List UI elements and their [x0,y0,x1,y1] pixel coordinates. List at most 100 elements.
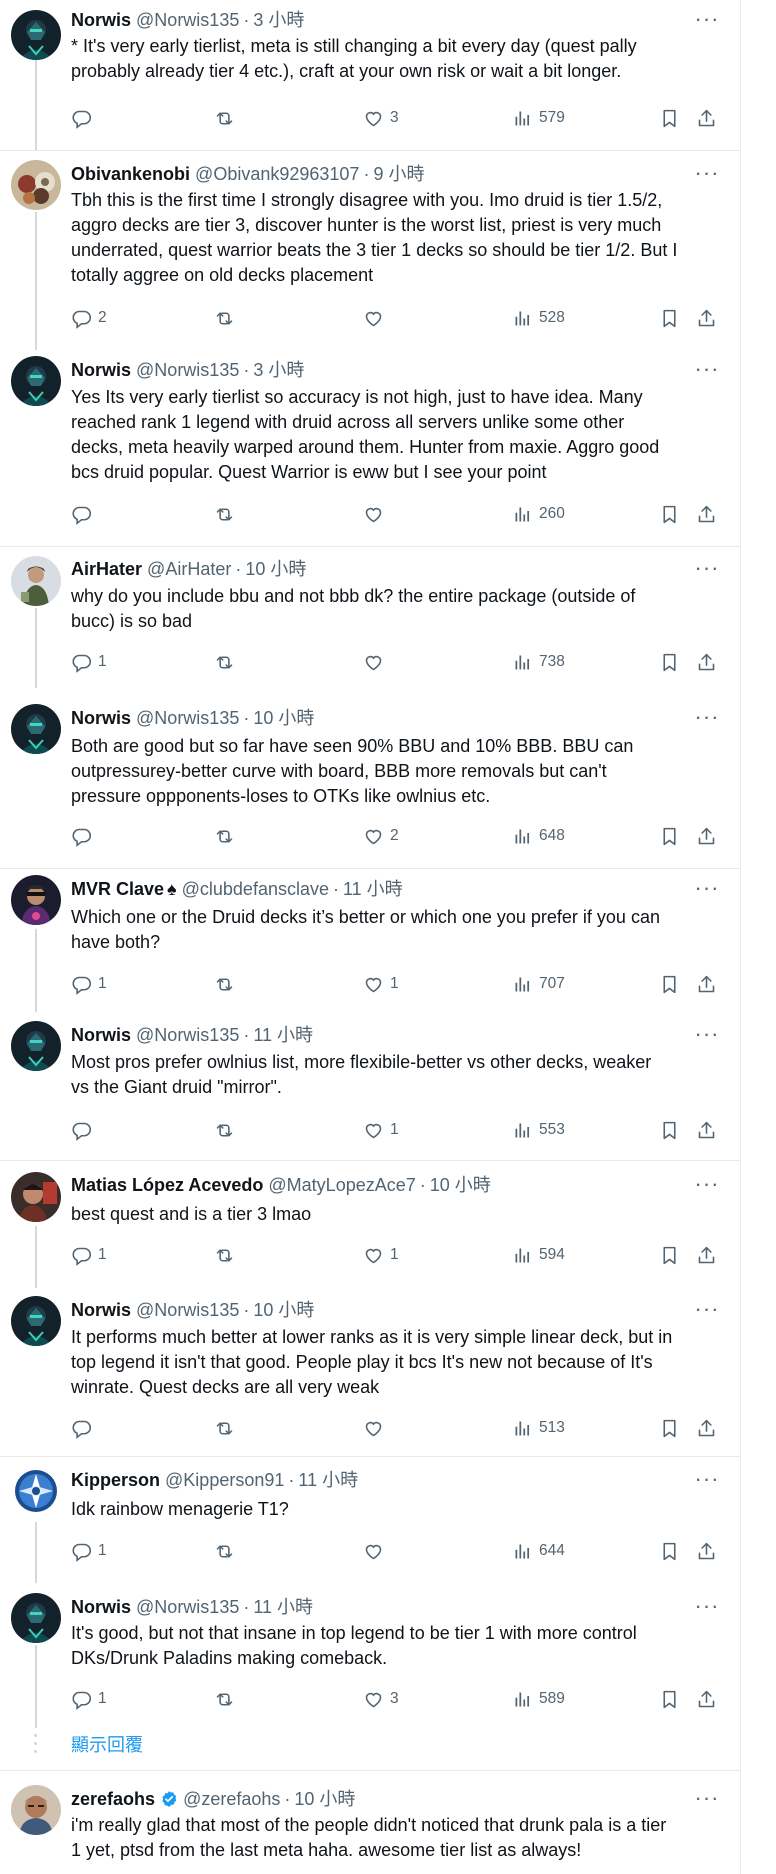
share-button[interactable] [696,650,717,674]
tweet-timestamp[interactable]: 10 小時 [253,708,314,728]
more-icon[interactable]: ··· [694,877,720,901]
tweet-timestamp[interactable]: 10 小時 [245,559,306,579]
avatar[interactable] [11,704,61,754]
retweet-button[interactable] [214,1687,241,1711]
avatar[interactable] [11,10,61,60]
show-replies-link[interactable]: 顯示回覆 [71,1733,143,1757]
avatar[interactable] [11,1785,61,1835]
author-handle[interactable]: @Obivank92963107 [195,164,359,184]
author-handle[interactable]: @Norwis135 [136,708,239,728]
tweet-timestamp[interactable]: 3 小時 [253,360,304,380]
avatar[interactable] [11,556,61,606]
bookmark-button[interactable] [659,1539,680,1563]
reply-button[interactable] [71,502,98,526]
more-icon[interactable]: ··· [694,358,720,382]
author-name[interactable]: MVR Clave [71,879,164,899]
share-button[interactable] [696,1539,717,1563]
like-button[interactable]: 1 [363,972,399,996]
author-name[interactable]: AirHater [71,559,142,579]
views-button[interactable]: 513 [512,1416,565,1440]
author-handle[interactable]: @Norwis135 [136,1025,239,1045]
avatar[interactable] [11,160,61,210]
views-button[interactable]: 589 [512,1687,565,1711]
author-name[interactable]: Norwis [71,1300,131,1320]
like-button[interactable] [363,306,390,330]
bookmark-button[interactable] [659,824,680,848]
retweet-button[interactable] [214,502,241,526]
retweet-button[interactable] [214,824,241,848]
avatar[interactable] [11,1466,61,1516]
views-button[interactable]: 648 [512,824,565,848]
share-button[interactable] [696,824,717,848]
reply-button[interactable]: 1 [71,1687,107,1711]
retweet-button[interactable] [214,306,241,330]
bookmark-button[interactable] [659,972,680,996]
more-icon[interactable]: ··· [694,706,720,730]
retweet-button[interactable] [214,1416,241,1440]
like-button[interactable] [363,1539,390,1563]
author-name[interactable]: Kipperson [71,1470,160,1490]
tweet-timestamp[interactable]: 11 小時 [343,879,403,899]
bookmark-button[interactable] [659,1416,680,1440]
tweet-timestamp[interactable]: 9 小時 [373,164,424,184]
more-icon[interactable]: ··· [694,1595,720,1619]
bookmark-button[interactable] [659,650,680,674]
bookmark-button[interactable] [659,1118,680,1142]
tweet-timestamp[interactable]: 11 小時 [253,1025,313,1045]
author-handle[interactable]: @Norwis135 [136,1300,239,1320]
author-name[interactable]: zerefaohs [71,1789,155,1809]
like-button[interactable]: 1 [363,1243,399,1267]
like-button[interactable]: 2 [363,824,399,848]
share-button[interactable] [696,1416,717,1440]
bookmark-button[interactable] [659,106,680,130]
share-button[interactable] [696,972,717,996]
like-button[interactable]: 1 [363,1118,399,1142]
like-button[interactable]: 3 [363,1687,399,1711]
author-name[interactable]: Norwis [71,1597,131,1617]
more-icon[interactable]: ··· [694,1787,720,1811]
share-button[interactable] [696,1687,717,1711]
retweet-button[interactable] [214,650,241,674]
reply-button[interactable]: 1 [71,972,107,996]
more-icon[interactable]: ··· [694,1023,720,1047]
author-handle[interactable]: @Norwis135 [136,360,239,380]
avatar[interactable] [11,1296,61,1346]
author-handle[interactable]: @Norwis135 [136,1597,239,1617]
bookmark-button[interactable] [659,1687,680,1711]
views-button[interactable]: 579 [512,106,565,130]
share-button[interactable] [696,106,717,130]
share-button[interactable] [696,502,717,526]
views-button[interactable]: 260 [512,502,565,526]
author-handle[interactable]: @clubdefansclave [182,879,329,899]
bookmark-button[interactable] [659,306,680,330]
reply-button[interactable] [71,106,98,130]
reply-button[interactable]: 2 [71,306,107,330]
avatar[interactable] [11,1021,61,1071]
tweet-timestamp[interactable]: 10 小時 [430,1175,491,1195]
avatar[interactable] [11,1593,61,1643]
retweet-button[interactable] [214,1539,241,1563]
avatar[interactable] [11,1172,61,1222]
reply-button[interactable]: 1 [71,1539,107,1563]
author-name[interactable]: Norwis [71,10,131,30]
tweet-timestamp[interactable]: 11 小時 [253,1597,313,1617]
views-button[interactable]: 738 [512,650,565,674]
share-button[interactable] [696,306,717,330]
more-icon[interactable]: ··· [694,1298,720,1322]
bookmark-button[interactable] [659,1243,680,1267]
reply-button[interactable]: 1 [71,650,107,674]
views-button[interactable]: 707 [512,972,565,996]
retweet-button[interactable] [214,106,241,130]
tweet-timestamp[interactable]: 3 小時 [253,10,304,30]
retweet-button[interactable] [214,1243,241,1267]
author-name[interactable]: Obivankenobi [71,164,190,184]
reply-button[interactable] [71,1118,98,1142]
avatar[interactable] [11,875,61,925]
views-button[interactable]: 644 [512,1539,565,1563]
views-button[interactable]: 553 [512,1118,565,1142]
more-icon[interactable]: ··· [694,8,720,32]
author-name[interactable]: Matias López Acevedo [71,1175,263,1195]
tweet-timestamp[interactable]: 11 小時 [298,1470,358,1490]
reply-button[interactable] [71,1416,98,1440]
views-button[interactable]: 528 [512,306,565,330]
